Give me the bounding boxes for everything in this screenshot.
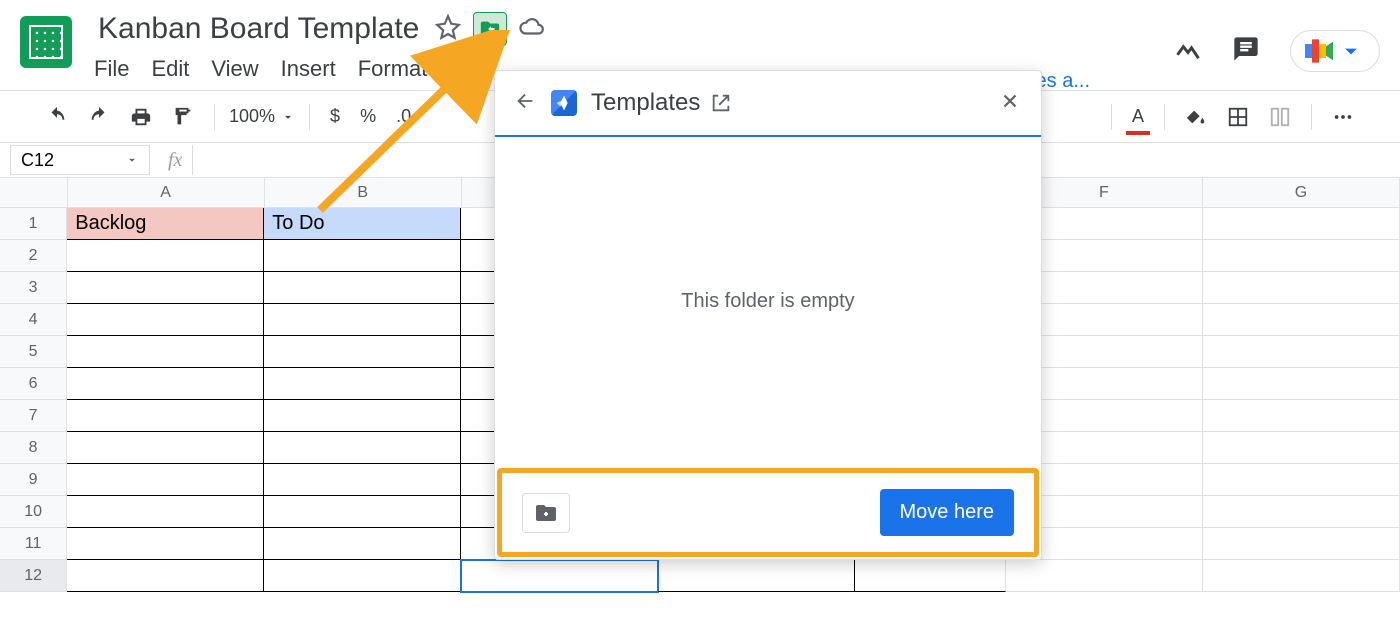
name-box[interactable]: C12 — [10, 145, 150, 175]
sheets-logo[interactable] — [20, 16, 72, 68]
row-header[interactable]: 8 — [0, 432, 67, 464]
cell[interactable] — [264, 400, 461, 432]
percent-format-button[interactable]: % — [354, 100, 382, 133]
cell[interactable] — [67, 528, 264, 560]
cell[interactable] — [1006, 560, 1203, 592]
cell[interactable] — [1203, 304, 1400, 336]
row-header[interactable]: 9 — [0, 464, 67, 496]
comments-icon[interactable] — [1232, 35, 1260, 68]
cell[interactable]: Backlog — [67, 208, 264, 240]
column-header-a[interactable]: A — [68, 178, 265, 208]
decimal-format-button[interactable]: .0 — [390, 100, 417, 133]
cell[interactable] — [461, 560, 658, 592]
cell[interactable] — [1203, 432, 1400, 464]
select-all-corner[interactable] — [0, 178, 68, 208]
close-icon[interactable] — [999, 90, 1021, 117]
row-header[interactable]: 1 — [0, 208, 67, 240]
cell[interactable] — [67, 336, 264, 368]
cell[interactable] — [1203, 464, 1400, 496]
meet-button[interactable] — [1290, 30, 1380, 72]
row-header[interactable]: 2 — [0, 240, 67, 272]
currency-format-button[interactable]: $ — [324, 100, 346, 133]
menu-data-truncated[interactable]: D — [449, 56, 465, 82]
open-external-icon[interactable] — [710, 92, 732, 114]
column-header-b[interactable]: B — [265, 178, 462, 208]
menu-edit[interactable]: Edit — [151, 56, 189, 82]
drive-folder-icon — [551, 90, 577, 116]
cell[interactable] — [67, 368, 264, 400]
cell[interactable] — [67, 272, 264, 304]
borders-button[interactable] — [1221, 100, 1255, 134]
fx-label: fx — [168, 149, 182, 172]
menubar: File Edit View Insert Format D — [94, 56, 545, 82]
cell[interactable] — [67, 560, 264, 592]
cell[interactable] — [264, 272, 461, 304]
menu-view[interactable]: View — [211, 56, 258, 82]
row-header[interactable]: 3 — [0, 272, 67, 304]
menu-insert[interactable]: Insert — [281, 56, 336, 82]
move-folder-popup: Templates This folder is empty Move here — [494, 70, 1042, 560]
row-header[interactable]: 11 — [0, 528, 67, 560]
more-toolbar-button[interactable] — [1326, 100, 1360, 134]
fill-color-button[interactable] — [1179, 100, 1213, 134]
new-folder-button[interactable] — [522, 493, 570, 533]
cell[interactable] — [264, 464, 461, 496]
star-icon[interactable] — [435, 14, 461, 45]
move-to-folder-icon[interactable] — [473, 12, 507, 46]
move-here-button[interactable]: Move here — [880, 489, 1015, 536]
cell[interactable] — [264, 528, 461, 560]
popup-empty-message: This folder is empty — [495, 137, 1041, 466]
row-header[interactable]: 4 — [0, 304, 67, 336]
print-button[interactable] — [124, 100, 158, 134]
text-color-button[interactable]: A — [1126, 100, 1150, 133]
cell[interactable] — [264, 368, 461, 400]
cell[interactable] — [1203, 208, 1400, 240]
document-title[interactable]: Kanban Board Template — [94, 10, 423, 48]
zoom-selector[interactable]: 100% — [229, 106, 295, 127]
redo-button[interactable] — [82, 100, 116, 134]
cell[interactable] — [1203, 336, 1400, 368]
cell[interactable] — [1203, 272, 1400, 304]
menu-file[interactable]: File — [94, 56, 129, 82]
cell[interactable] — [67, 496, 264, 528]
cell[interactable] — [855, 560, 1005, 592]
cell[interactable] — [67, 240, 264, 272]
cell[interactable] — [67, 432, 264, 464]
row-header[interactable]: 10 — [0, 496, 67, 528]
cell[interactable] — [1203, 496, 1400, 528]
row-header[interactable]: 6 — [0, 368, 67, 400]
activity-icon[interactable] — [1174, 35, 1202, 68]
cell[interactable] — [1203, 560, 1400, 592]
cell[interactable]: To Do — [264, 208, 461, 240]
cell[interactable] — [264, 336, 461, 368]
column-header-g[interactable]: G — [1203, 178, 1400, 208]
cell[interactable] — [67, 304, 264, 336]
cell[interactable] — [67, 400, 264, 432]
cell[interactable] — [264, 240, 461, 272]
cell[interactable] — [264, 432, 461, 464]
cell[interactable] — [1203, 240, 1400, 272]
cell[interactable] — [264, 304, 461, 336]
cell[interactable] — [1203, 528, 1400, 560]
undo-button[interactable] — [40, 100, 74, 134]
cloud-saved-icon[interactable] — [519, 14, 545, 45]
row-header[interactable]: 7 — [0, 400, 67, 432]
merge-cells-button[interactable] — [1263, 100, 1297, 134]
row-header[interactable]: 12 — [0, 560, 67, 592]
cell[interactable] — [67, 464, 264, 496]
cell[interactable] — [658, 560, 855, 592]
paint-format-button[interactable] — [166, 100, 200, 134]
popup-folder-name: Templates — [591, 89, 985, 117]
back-icon[interactable] — [515, 90, 537, 117]
cell[interactable] — [1203, 368, 1400, 400]
cell[interactable] — [264, 496, 461, 528]
row-header[interactable]: 5 — [0, 336, 67, 368]
menu-format[interactable]: Format — [358, 56, 428, 82]
cell[interactable] — [1203, 400, 1400, 432]
cell[interactable] — [264, 560, 461, 592]
